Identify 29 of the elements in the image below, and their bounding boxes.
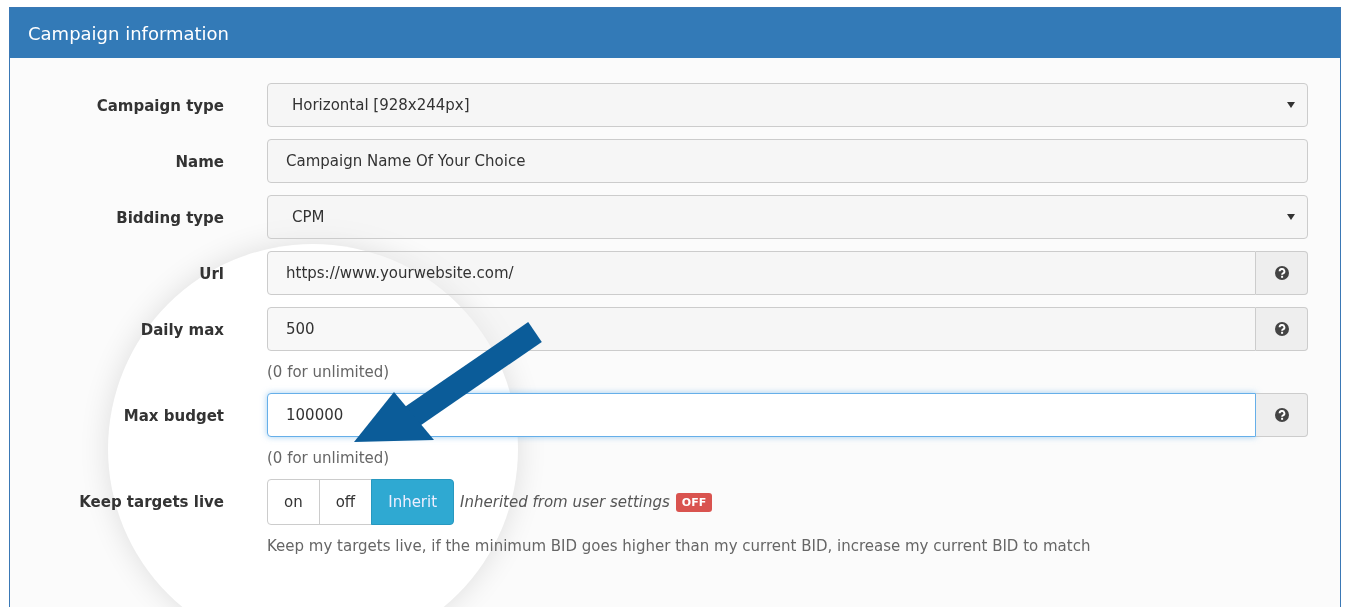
- panel-title: Campaign information: [28, 22, 230, 44]
- status-badge: OFF: [675, 492, 713, 512]
- input-field[interactable]: 500: [267, 307, 1256, 351]
- help-addon[interactable]: [1256, 307, 1308, 351]
- caret-icon: [1287, 214, 1295, 220]
- help-icon: [1274, 408, 1289, 422]
- field-label: Campaign type: [95, 96, 224, 115]
- input-field[interactable]: Campaign Name Of Your Choice: [267, 139, 1308, 183]
- field-label: Name: [174, 152, 224, 171]
- select-field[interactable]: CPM: [267, 195, 1308, 239]
- help-icon: [1274, 266, 1289, 280]
- field-label: Keep targets live: [78, 492, 224, 511]
- select-field[interactable]: Horizontal [928x244px]: [267, 83, 1308, 127]
- toggle-option[interactable]: off: [318, 479, 373, 525]
- field-label: Max budget: [122, 406, 224, 425]
- hint-text: Keep my targets live, if the minimum BID goes higher than my current BID, increase my current BID to match: [267, 537, 1092, 555]
- inherited-note: Inherited from user settings: [460, 493, 670, 511]
- hint-text: (0 for unlimited): [267, 363, 391, 381]
- field-label: Daily max: [139, 320, 224, 339]
- help-icon: [1274, 322, 1289, 336]
- input-field[interactable]: https://www.yourwebsite.com/: [267, 251, 1256, 295]
- input-field[interactable]: 100000: [267, 393, 1256, 437]
- help-addon[interactable]: [1256, 251, 1308, 295]
- caret-icon: [1287, 102, 1295, 108]
- help-addon[interactable]: [1256, 393, 1308, 437]
- field-label: Url: [198, 264, 224, 283]
- toggle-option[interactable]: on: [267, 479, 320, 525]
- field-label: Bidding type: [115, 208, 224, 227]
- hint-text: (0 for unlimited): [267, 449, 391, 467]
